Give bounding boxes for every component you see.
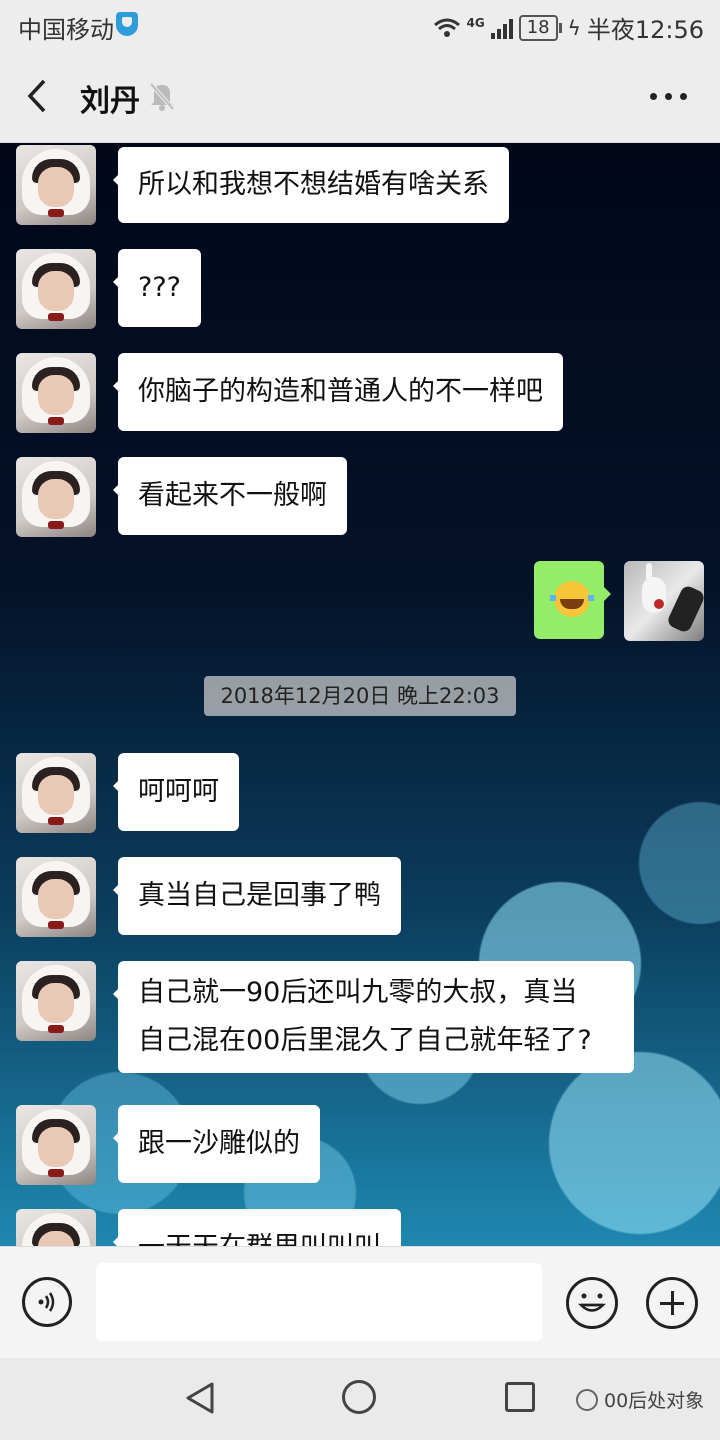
message-line: 自己就一90后还叫九零的大叔，真当	[138, 977, 578, 1008]
message-bubble[interactable]: 呵呵呵	[113, 753, 239, 831]
contact-avatar[interactable]	[16, 249, 96, 329]
contact-avatar[interactable]	[16, 1209, 96, 1246]
message-bubble[interactable]: 所以和我想不想结婚有啥关系	[113, 147, 509, 223]
charging-icon: ϟ	[567, 15, 581, 40]
more-options-button[interactable]	[646, 84, 690, 108]
nav-recent-apps-icon[interactable]	[505, 1382, 535, 1412]
watermark-logo-icon	[576, 1388, 598, 1411]
contact-avatar[interactable]	[16, 353, 96, 433]
contact-avatar[interactable]	[16, 457, 96, 537]
message-bubble[interactable]: 跟一沙雕似的	[113, 1105, 320, 1183]
input-bar	[0, 1246, 720, 1359]
chat-header: 刘丹	[0, 50, 720, 143]
wifi-icon	[433, 17, 461, 39]
nav-home-icon[interactable]	[342, 1380, 376, 1414]
status-indicators: 4G 18 ϟ 半夜12:56	[433, 10, 704, 45]
network-type-label: 4G	[466, 15, 485, 30]
contact-avatar[interactable]	[16, 1105, 96, 1185]
shield-icon	[116, 12, 138, 36]
plus-icon[interactable]	[646, 1277, 698, 1329]
message-bubble[interactable]: ???	[113, 249, 201, 327]
message-line: 自己混在00后里混久了自己就年轻了?	[138, 1025, 592, 1056]
signal-icon	[490, 17, 513, 39]
message-bubble[interactable]: 看起来不一般啊	[113, 457, 347, 535]
status-bar: 中国移动 4G 18 ϟ 半夜12:56	[0, 0, 720, 50]
contact-avatar[interactable]	[16, 753, 96, 833]
battery-indicator: 18	[518, 14, 562, 41]
contact-avatar[interactable]	[16, 961, 96, 1041]
emoji-icon[interactable]	[566, 1277, 618, 1329]
back-arrow-icon[interactable]	[24, 78, 54, 114]
watermark-text: 00后处对象	[604, 1390, 705, 1412]
contact-avatar[interactable]	[16, 145, 96, 225]
chat-area[interactable]: 所以和我想不想结婚有啥关系 ??? 你脑子的构造和普通人的不一样吧 看起来不一般…	[0, 143, 720, 1246]
watermark: 00后处对象	[576, 1386, 704, 1413]
contact-avatar[interactable]	[16, 857, 96, 937]
clock: 半夜12:56	[586, 16, 704, 44]
message-bubble[interactable]: 真当自己是回事了鸭	[113, 857, 401, 935]
laughing-tears-emoji-icon	[550, 581, 594, 617]
message-input[interactable]	[96, 1263, 542, 1341]
chat-title: 刘丹	[80, 84, 140, 119]
timestamp-divider: 2018年12月20日 晚上22:03	[204, 676, 516, 716]
message-bubble[interactable]: 一天天在群里叫叫叫	[113, 1209, 401, 1246]
system-nav-bar: 00后处对象	[0, 1358, 720, 1440]
message-bubble[interactable]: 自己就一90后还叫九零的大叔，真当 自己混在00后里混久了自己就年轻了?	[113, 961, 634, 1073]
carrier-label: 中国移动	[18, 16, 114, 44]
my-avatar[interactable]	[624, 561, 704, 641]
sent-emoji-bubble[interactable]	[534, 561, 611, 639]
nav-back-icon[interactable]	[184, 1380, 216, 1420]
voice-icon[interactable]	[22, 1277, 72, 1327]
message-bubble[interactable]: 你脑子的构造和普通人的不一样吧	[113, 353, 563, 431]
bell-muted-icon	[148, 80, 176, 112]
